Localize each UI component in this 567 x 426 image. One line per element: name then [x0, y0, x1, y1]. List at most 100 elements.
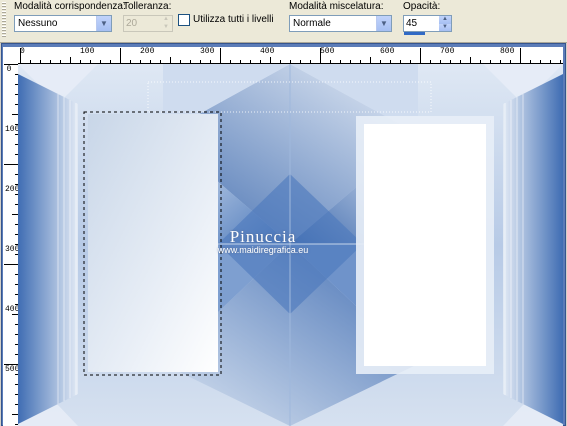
ruler-tick [180, 60, 181, 63]
ruler-label: 500 [320, 47, 335, 56]
ruler-tick [510, 60, 511, 63]
ruler-tick [560, 60, 561, 63]
ruler-tick [40, 60, 41, 63]
horizontal-ruler[interactable]: 0 100 200 300 400 500 600 700 800 [18, 47, 563, 64]
ruler-label: 0 [6, 65, 12, 74]
chevron-down-icon[interactable]: ▼ [376, 16, 391, 31]
ruler-tick [350, 60, 351, 63]
ruler-tick [20, 48, 21, 63]
chevron-down-icon[interactable]: ▼ [96, 16, 111, 31]
ruler-tick [4, 164, 18, 165]
ruler-tick [300, 60, 301, 63]
ruler-tick [340, 60, 341, 63]
ruler-tick [320, 48, 321, 63]
ruler-tick [310, 60, 311, 63]
ruler-tick [220, 48, 221, 63]
ruler-tick [460, 60, 461, 63]
ruler-label: 300 [200, 47, 215, 56]
match-mode-select[interactable]: Nessuno ▼ [14, 15, 112, 32]
spin-up-icon[interactable]: ▲ [160, 16, 172, 24]
spin-up-icon[interactable]: ▲ [439, 16, 451, 24]
ruler-tick [160, 60, 161, 63]
ruler-tick [520, 48, 521, 63]
ruler-tick [100, 60, 101, 63]
ruler-label: 300 [5, 245, 19, 254]
ruler-tick [230, 60, 231, 63]
ruler-tick [260, 60, 261, 63]
ruler-tick [240, 60, 241, 63]
ruler-label: 100 [80, 47, 95, 56]
tolerance-spinner[interactable]: 20 ▲ ▼ [123, 15, 173, 32]
ruler-tick [200, 60, 201, 63]
ruler-label: 500 [5, 365, 19, 374]
tool-options-bar: Modalità corrispondenza: Nessuno ▼ Tolle… [0, 0, 567, 43]
opacity-label: Opacità: [403, 1, 441, 12]
ruler-label: 400 [5, 305, 19, 314]
tolerance-label: Tolleranza: [123, 1, 172, 12]
blend-mode-label: Modalità miscelatura: [289, 1, 384, 12]
ruler-tick [280, 60, 281, 63]
ruler-label: 200 [5, 185, 19, 194]
ruler-tick [430, 60, 431, 63]
ruler-tick [360, 60, 361, 63]
ruler-label: 600 [380, 47, 395, 56]
image-canvas[interactable]: Pinuccia www.maidiregrafica.eu [18, 64, 563, 426]
ruler-tick [500, 60, 501, 63]
tolerance-spin-buttons[interactable]: ▲ ▼ [160, 16, 172, 31]
ruler-tick [170, 57, 171, 63]
ruler-tick [120, 48, 121, 63]
ruler-tick [440, 60, 441, 63]
ruler-tick [90, 60, 91, 63]
match-mode-value: Nessuno [18, 18, 58, 29]
ruler-tick [130, 60, 131, 63]
ruler-tick [330, 60, 331, 63]
ruler-tick [30, 60, 31, 63]
ruler-tick [530, 60, 531, 63]
ruler-tick [470, 57, 471, 63]
ruler-tick [270, 57, 271, 63]
ruler-tick [490, 60, 491, 63]
ruler-tick [290, 60, 291, 63]
ruler-tick [190, 60, 191, 63]
blend-mode-select[interactable]: Normale ▼ [289, 15, 392, 32]
ruler-tick [210, 60, 211, 63]
vertical-ruler[interactable]: 0 100 200 300 400 500 [3, 63, 19, 426]
match-mode-label: Modalità corrispondenza: [14, 1, 126, 12]
ruler-tick [480, 60, 481, 63]
ruler-tick [410, 60, 411, 63]
ruler-tick [110, 60, 111, 63]
ruler-tick [140, 60, 141, 63]
ruler-tick [540, 60, 541, 63]
ruler-tick [4, 64, 18, 65]
opacity-spinner[interactable]: 45 ▲ ▼ [403, 15, 452, 32]
blend-mode-value: Normale [293, 18, 331, 29]
ruler-tick [4, 364, 18, 365]
watermark-url: www.maidiregrafica.eu [217, 245, 309, 255]
ruler-tick [80, 60, 81, 63]
use-all-layers-label[interactable]: Utilizza tutti i livelli [193, 14, 274, 25]
watermark-title: Pinuccia [229, 227, 297, 246]
ruler-tick [550, 60, 551, 63]
ruler-tick [150, 60, 151, 63]
ruler-tick [450, 60, 451, 63]
ruler-tick [250, 60, 251, 63]
ruler-tick [50, 60, 51, 63]
ruler-label: 800 [500, 47, 515, 56]
opacity-level-bar[interactable] [404, 32, 425, 35]
ruler-tick [400, 60, 401, 63]
ruler-tick [60, 60, 61, 63]
ruler-label: 700 [440, 47, 455, 56]
ruler-tick [420, 48, 421, 63]
ruler-label: 400 [260, 47, 275, 56]
ruler-tick [380, 60, 381, 63]
toolbar-grip[interactable] [2, 2, 6, 38]
use-all-layers-checkbox[interactable] [178, 14, 190, 26]
spin-down-icon[interactable]: ▼ [160, 23, 172, 31]
ruler-label: 100 [5, 125, 19, 134]
spin-down-icon[interactable]: ▼ [439, 23, 451, 31]
ruler-tick [70, 57, 71, 63]
watermark: Pinuccia www.maidiregrafica.eu [173, 227, 353, 255]
opacity-spin-buttons[interactable]: ▲ ▼ [439, 16, 451, 31]
ruler-tick [370, 57, 371, 63]
ruler-tick [390, 60, 391, 63]
